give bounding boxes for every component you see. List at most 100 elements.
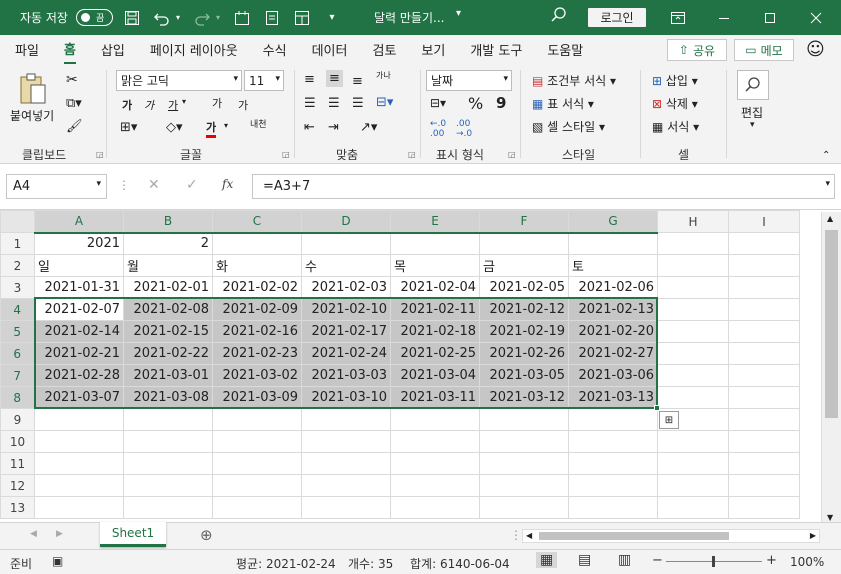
redo-icon[interactable] <box>191 7 213 29</box>
cell-i13[interactable] <box>728 496 800 519</box>
cancel-icon[interactable]: ✕ <box>148 177 160 193</box>
format-painter-icon[interactable]: 🖌 <box>66 119 83 134</box>
normal-view-icon[interactable]: ▦ <box>536 552 558 568</box>
conditional-format-button[interactable]: ▤ 조건부 서식 ▾ <box>532 72 616 89</box>
cell-b4[interactable]: 2021-02-08 <box>123 298 213 321</box>
cell-g7[interactable]: 2021-03-06 <box>568 364 658 387</box>
underline-button[interactable]: 가 <box>168 97 178 113</box>
cell-h2[interactable] <box>657 254 729 277</box>
cell-a13[interactable] <box>34 496 124 519</box>
cell-e6[interactable]: 2021-02-25 <box>390 342 480 365</box>
column-header-h[interactable]: H <box>657 210 729 233</box>
fill-color-icon[interactable]: ◇▾ <box>166 120 183 135</box>
cell-f4[interactable]: 2021-02-12 <box>479 298 569 321</box>
cell-a8[interactable]: 2021-03-07 <box>34 386 124 409</box>
name-box[interactable]: A4 ▾ <box>6 174 107 199</box>
cell-c8[interactable]: 2021-03-09 <box>212 386 302 409</box>
cell-f12[interactable] <box>479 474 569 497</box>
cell-b13[interactable] <box>123 496 213 519</box>
search-icon[interactable] <box>550 6 568 27</box>
cell-i1[interactable] <box>728 232 800 255</box>
row-header[interactable]: 7 <box>0 364 36 387</box>
cell-e11[interactable] <box>390 452 480 475</box>
cell-g2[interactable]: 토 <box>568 254 658 277</box>
alignment-launcher-icon[interactable]: ◲ <box>408 150 416 159</box>
cell-f9[interactable] <box>479 408 569 431</box>
cell-g3[interactable]: 2021-02-06 <box>568 276 658 299</box>
cell-d7[interactable]: 2021-03-03 <box>301 364 391 387</box>
editing-dropdown-icon[interactable]: ▾ <box>750 120 755 130</box>
form-icon[interactable] <box>231 7 253 29</box>
cell-c5[interactable]: 2021-02-16 <box>212 320 302 343</box>
cell-g9[interactable] <box>568 408 658 431</box>
cell-i12[interactable] <box>728 474 800 497</box>
cell-e7[interactable]: 2021-03-04 <box>390 364 480 387</box>
cell-i6[interactable] <box>728 342 800 365</box>
cell-b1[interactable]: 2 <box>123 232 213 255</box>
worksheet-grid[interactable]: A B C D E F G H I 1 2021 2 2 일 월 화 수 목 금 토 3 2021-01… <box>0 210 841 524</box>
status-count[interactable]: 개수: 35 <box>348 555 393 572</box>
insert-cells-button[interactable]: ⊞ 삽입 ▾ <box>652 72 698 89</box>
cell-e8[interactable]: 2021-03-11 <box>390 386 480 409</box>
cell-a2[interactable]: 일 <box>34 254 124 277</box>
column-header-c[interactable]: C <box>212 210 302 234</box>
column-header-g[interactable]: G <box>568 210 658 234</box>
tab-developer[interactable]: 개발 도구 <box>470 35 522 64</box>
tab-file[interactable]: 파일 <box>15 35 39 64</box>
font-color-dropdown-icon[interactable]: ▾ <box>224 121 228 130</box>
cell-a11[interactable] <box>34 452 124 475</box>
align-center-icon[interactable]: ☰ <box>328 96 340 111</box>
cell-e12[interactable] <box>390 474 480 497</box>
tab-split-icon[interactable]: ⋮ <box>510 528 522 542</box>
cell-b6[interactable]: 2021-02-22 <box>123 342 213 365</box>
cell-e3[interactable]: 2021-02-04 <box>390 276 480 299</box>
cell-a12[interactable] <box>34 474 124 497</box>
select-all-corner[interactable] <box>0 210 35 233</box>
cell-b2[interactable]: 월 <box>123 254 213 277</box>
prev-sheet-icon[interactable]: ◀ <box>30 529 37 539</box>
cell-d3[interactable]: 2021-02-03 <box>301 276 391 299</box>
cell-h12[interactable] <box>657 474 729 497</box>
document-icon[interactable] <box>261 7 283 29</box>
row-header[interactable]: 13 <box>0 496 35 519</box>
horizontal-scroll-thumb[interactable] <box>539 532 729 540</box>
cell-a7[interactable]: 2021-02-28 <box>34 364 124 387</box>
vertical-scroll-thumb[interactable] <box>825 230 838 418</box>
cell-d10[interactable] <box>301 430 391 453</box>
increase-decimal-icon[interactable]: ←.0.00 <box>430 119 446 139</box>
cell-f7[interactable]: 2021-03-05 <box>479 364 569 387</box>
cell-i5[interactable] <box>728 320 800 343</box>
cell-d4[interactable]: 2021-02-10 <box>301 298 391 321</box>
cell-b10[interactable] <box>123 430 213 453</box>
title-dropdown-icon[interactable]: ▾ <box>456 8 461 19</box>
cell-a4[interactable]: 2021-02-07 <box>34 298 124 321</box>
italic-button[interactable]: 가 <box>144 97 154 113</box>
cell-i9[interactable] <box>728 408 800 431</box>
cell-d13[interactable] <box>301 496 391 519</box>
cell-i10[interactable] <box>728 430 800 453</box>
cell-d9[interactable] <box>301 408 391 431</box>
format-as-table-button[interactable]: ▦ 표 서식 ▾ <box>532 95 594 112</box>
zoom-level[interactable]: 100% <box>790 555 824 569</box>
tab-review[interactable]: 검토 <box>372 35 396 64</box>
cell-a10[interactable] <box>34 430 124 453</box>
tab-formulas[interactable]: 수식 <box>263 35 287 64</box>
font-color-button[interactable]: 가 <box>206 119 217 138</box>
cell-e2[interactable]: 목 <box>390 254 480 277</box>
feedback-smiley-icon[interactable]: ☺ <box>806 39 825 60</box>
cell-a6[interactable]: 2021-02-21 <box>34 342 124 365</box>
column-header-e[interactable]: E <box>390 210 480 234</box>
scroll-down-icon[interactable]: ▼ <box>827 513 833 522</box>
cell-styles-button[interactable]: ▧ 셀 스타일 ▾ <box>532 118 605 135</box>
login-button[interactable]: 로그인 <box>588 8 646 27</box>
cell-f3[interactable]: 2021-02-05 <box>479 276 569 299</box>
row-header[interactable]: 2 <box>0 254 35 277</box>
column-header-f[interactable]: F <box>479 210 569 234</box>
row-header[interactable]: 10 <box>0 430 35 453</box>
phonetic-button[interactable]: 내천 <box>250 117 267 130</box>
cell-g10[interactable] <box>568 430 658 453</box>
save-icon[interactable] <box>121 7 143 29</box>
cell-h10[interactable] <box>657 430 729 453</box>
cell-c10[interactable] <box>212 430 302 453</box>
cell-b12[interactable] <box>123 474 213 497</box>
